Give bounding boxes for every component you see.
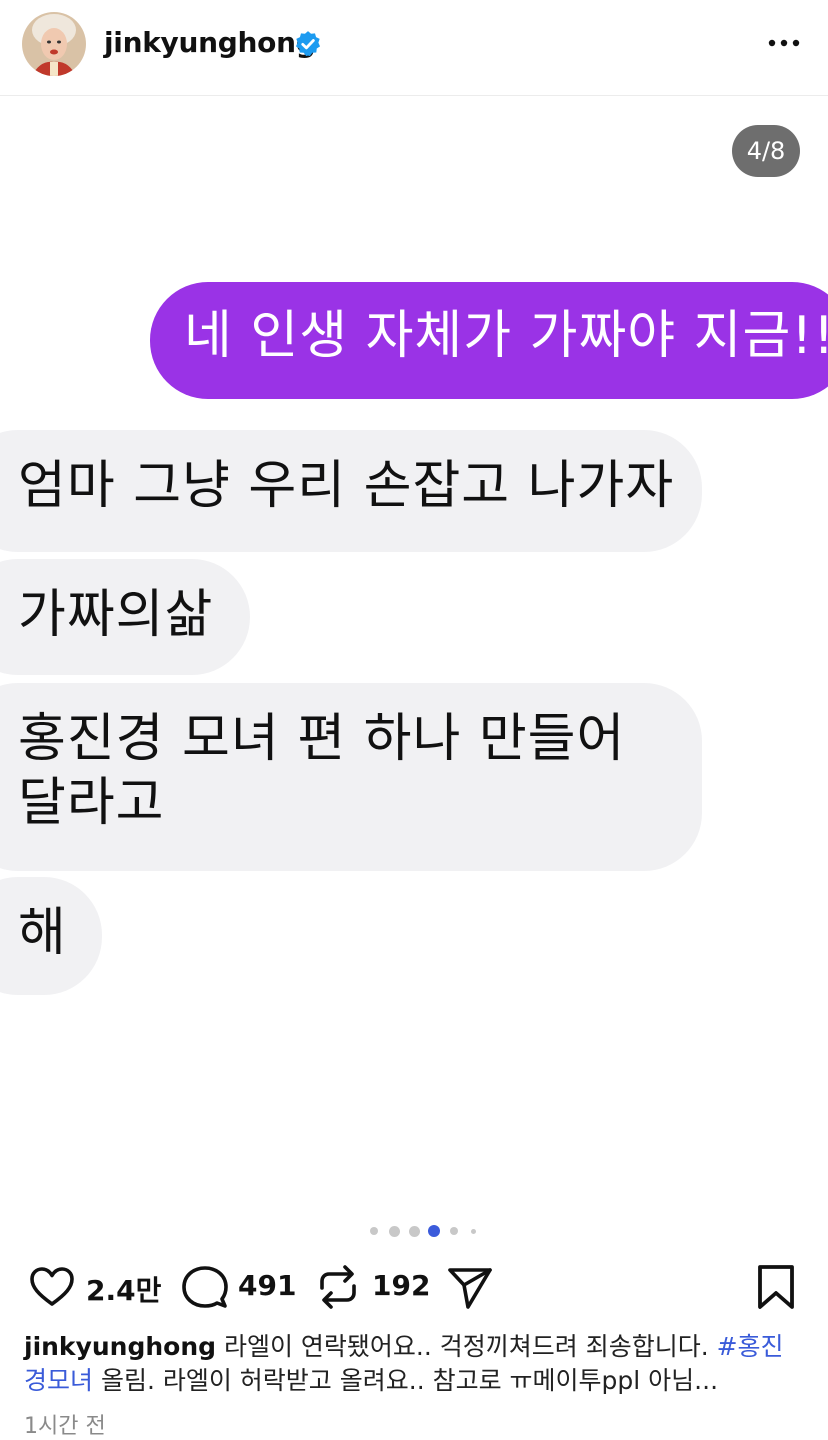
comment-icon[interactable] (181, 1263, 229, 1311)
carousel-counter: 4/8 (732, 125, 800, 177)
comments-count[interactable]: 491 (238, 1269, 296, 1302)
carousel-dot (370, 1227, 378, 1235)
carousel-dot (471, 1229, 476, 1234)
post-image[interactable]: 4/8 네 인생 자체가 가짜야 지금!! 엄마 그냥 우리 손잡고 나가자 가… (0, 97, 828, 1201)
more-horizontal-icon[interactable] (764, 28, 804, 58)
carousel-dot-active (428, 1225, 440, 1237)
share-icon[interactable] (446, 1263, 494, 1311)
carousel-dot (389, 1226, 400, 1237)
received-message-bubble: 엄마 그냥 우리 손잡고 나가자 (0, 430, 702, 552)
post-timestamp: 1시간 전 (24, 1414, 106, 1439)
avatar-image (22, 12, 86, 76)
bookmark-icon[interactable] (752, 1263, 800, 1311)
profile-avatar[interactable] (22, 12, 86, 76)
repost-icon[interactable] (314, 1263, 362, 1311)
post-header: jinkyunghong (0, 0, 828, 96)
caption-username[interactable]: jinkyunghong (24, 1332, 216, 1361)
carousel-dot (450, 1227, 458, 1235)
carousel-dot (409, 1226, 420, 1237)
sent-message-bubble: 네 인생 자체가 가짜야 지금!! (150, 282, 828, 399)
reposts-count[interactable]: 192 (372, 1269, 430, 1302)
heart-icon[interactable] (28, 1263, 76, 1311)
received-message-bubble: 해 (0, 877, 102, 995)
likes-count[interactable]: 2.4만 (86, 1269, 161, 1309)
caption-text: 라엘이 연락됐어요.. 걱정끼쳐드려 죄송합니다. (216, 1332, 717, 1361)
post-caption: jinkyunghong 라엘이 연락됐어요.. 걱정끼쳐드려 죄송합니다. #… (24, 1330, 804, 1398)
carousel-dots (0, 1221, 828, 1241)
caption-text: 올림. 라엘이 허락받고 올려요.. 참고로 ㅠ메이투ppl 아님... (93, 1366, 719, 1395)
verified-badge-icon (295, 31, 321, 57)
header-username[interactable]: jinkyunghong (104, 26, 316, 59)
received-message-bubble: 홍진경 모녀 편 하나 만들어달라고 (0, 683, 702, 871)
action-bar: 2.4만 491 192 (0, 1255, 828, 1315)
received-message-bubble: 가짜의삶 (0, 559, 250, 675)
